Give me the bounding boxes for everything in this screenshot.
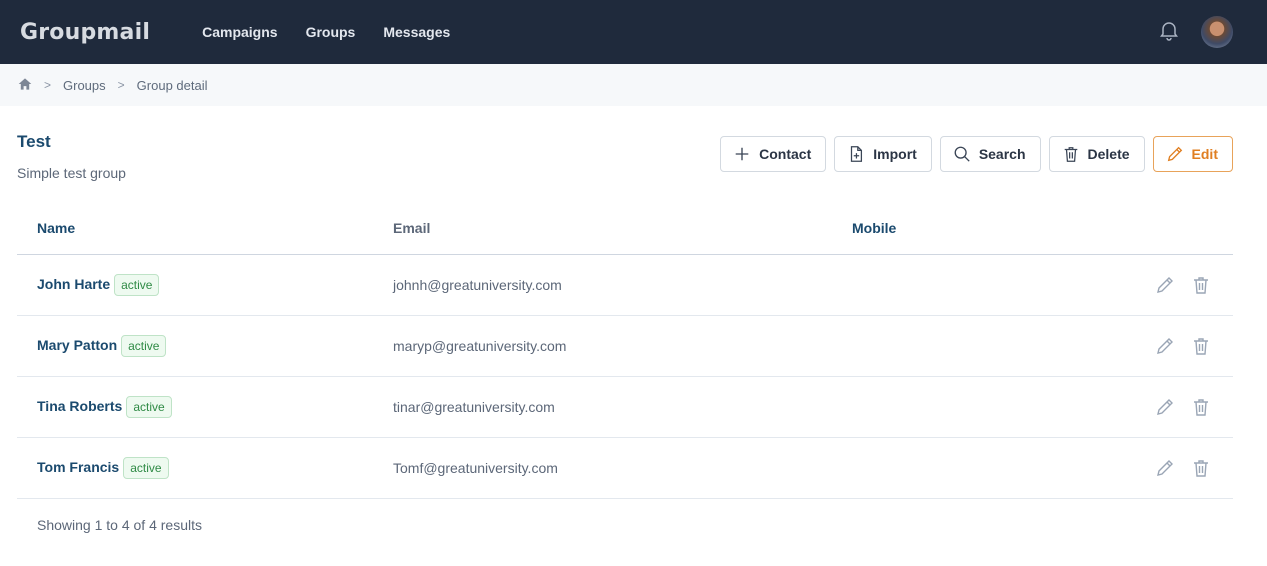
search-icon — [954, 146, 970, 162]
cell-actions — [1112, 315, 1233, 377]
contact-name-link[interactable]: Tom Francis — [37, 459, 119, 475]
table-row: Tom Francis active Tomf@greatuniversity.c… — [17, 437, 1233, 499]
results-summary: Showing 1 to 4 of 4 results — [37, 516, 202, 533]
add-contact-label: Contact — [759, 146, 812, 162]
action-toolbar: Contact Import Search Delete Edit — [720, 136, 1233, 172]
nav-right — [1157, 0, 1233, 64]
cell-actions — [1112, 437, 1233, 499]
delete-label: Delete — [1087, 146, 1130, 162]
cell-email: maryp@greatuniversity.com — [393, 315, 852, 377]
edit-row-pencil-icon[interactable] — [1155, 336, 1175, 356]
delete-row-trash-icon[interactable] — [1191, 275, 1211, 295]
user-avatar[interactable] — [1201, 16, 1233, 48]
column-header-name[interactable]: Name — [17, 200, 393, 255]
cell-name: Tina Roberts active — [17, 376, 393, 438]
column-header-actions — [1112, 200, 1233, 255]
group-header: Test Simple test group Contact Import Se… — [0, 106, 1267, 200]
cell-name: Tom Francis active — [17, 437, 393, 499]
status-badge: active — [126, 395, 172, 418]
import-button[interactable]: Import — [834, 136, 932, 172]
cell-email: Tomf@greatuniversity.com — [393, 437, 852, 499]
top-navigation: Groupmail Campaigns Groups Messages — [0, 0, 1267, 64]
nav-messages[interactable]: Messages — [383, 24, 450, 40]
table-row: John Harte active johnh@greatuniversity.c… — [17, 254, 1233, 316]
cell-mobile — [852, 437, 1112, 499]
edit-button[interactable]: Edit — [1152, 136, 1233, 172]
file-plus-icon — [851, 146, 863, 162]
contacts-table: Name Email Mobile John Harte active johnh… — [17, 200, 1233, 499]
edit-label: Edit — [1191, 146, 1218, 162]
cell-actions — [1112, 254, 1233, 316]
cell-email: johnh@greatuniversity.com — [393, 254, 852, 316]
pencil-icon — [1167, 146, 1182, 162]
delete-button[interactable]: Delete — [1048, 136, 1145, 172]
chevron-right-icon: > — [44, 78, 52, 92]
edit-row-pencil-icon[interactable] — [1155, 275, 1175, 295]
contact-name-link[interactable]: John Harte — [37, 276, 110, 292]
delete-row-trash-icon[interactable] — [1191, 458, 1211, 478]
contact-name-link[interactable]: Tina Roberts — [37, 398, 122, 414]
app-logo[interactable]: Groupmail — [20, 20, 150, 45]
cell-name: Mary Patton active — [17, 315, 393, 377]
nav-groups[interactable]: Groups — [306, 24, 356, 40]
search-button[interactable]: Search — [939, 136, 1041, 172]
add-contact-button[interactable]: Contact — [720, 136, 827, 172]
chevron-right-icon: > — [117, 78, 125, 92]
trash-icon — [1064, 147, 1077, 162]
column-header-email[interactable]: Email — [393, 200, 852, 255]
nav-campaigns[interactable]: Campaigns — [202, 24, 277, 40]
delete-row-trash-icon[interactable] — [1191, 336, 1211, 356]
breadcrumb-groups[interactable]: Groups — [63, 78, 106, 93]
notifications-bell-icon[interactable] — [1157, 18, 1181, 47]
cell-mobile — [852, 376, 1112, 438]
column-header-mobile[interactable]: Mobile — [852, 200, 1112, 255]
cell-mobile — [852, 315, 1112, 377]
status-badge: active — [114, 273, 160, 296]
cell-name: John Harte active — [17, 254, 393, 316]
table-header-row: Name Email Mobile — [17, 200, 1233, 255]
delete-row-trash-icon[interactable] — [1191, 397, 1211, 417]
home-icon[interactable] — [18, 77, 32, 94]
status-badge: active — [121, 334, 167, 357]
cell-actions — [1112, 376, 1233, 438]
cell-mobile — [852, 254, 1112, 316]
edit-row-pencil-icon[interactable] — [1155, 458, 1175, 478]
search-label: Search — [978, 146, 1026, 162]
table-row: Tina Roberts active tinar@greatuniversity… — [17, 376, 1233, 438]
table-row: Mary Patton active maryp@greatuniversity.… — [17, 315, 1233, 377]
import-label: Import — [873, 146, 917, 162]
cell-email: tinar@greatuniversity.com — [393, 376, 852, 438]
contact-name-link[interactable]: Mary Patton — [37, 337, 117, 353]
status-badge: active — [123, 456, 169, 479]
edit-row-pencil-icon[interactable] — [1155, 397, 1175, 417]
breadcrumb: > Groups > Group detail — [0, 64, 1267, 106]
breadcrumb-current: Group detail — [136, 77, 208, 93]
plus-icon — [735, 147, 749, 161]
